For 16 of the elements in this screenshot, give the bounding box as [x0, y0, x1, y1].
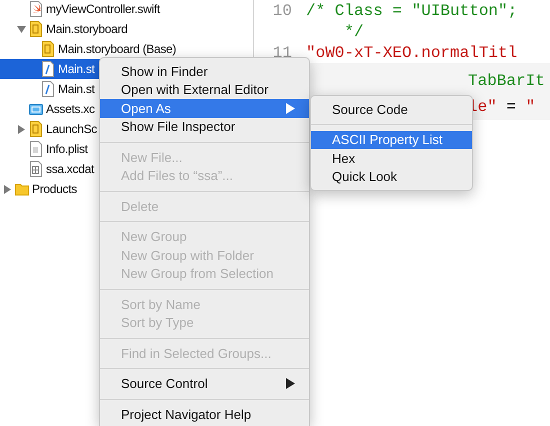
code-line: */ [343, 22, 364, 42]
file-name: ssa.xcdat [46, 161, 94, 178]
file-name: Main.st [58, 81, 95, 98]
file-name: Main.storyboard [46, 21, 128, 38]
code-line: /* Class = "UIButton"; [306, 0, 518, 22]
file-name: Assets.xc [46, 101, 95, 118]
file-name: Main.st [58, 61, 95, 78]
code-line: "oW0-xT-XEO.normalTitl [306, 42, 518, 64]
code-line: TabBarIt [468, 71, 545, 92]
file-name: Main.storyboard (Base) [58, 41, 176, 58]
file-name: Products [32, 181, 77, 198]
file-name: LaunchSc [46, 121, 97, 138]
file-name: myViewController.swift [46, 1, 160, 18]
line-number: 11 [272, 42, 293, 64]
line-number: 10 [272, 0, 293, 22]
file-name: Info.plist [46, 141, 88, 158]
